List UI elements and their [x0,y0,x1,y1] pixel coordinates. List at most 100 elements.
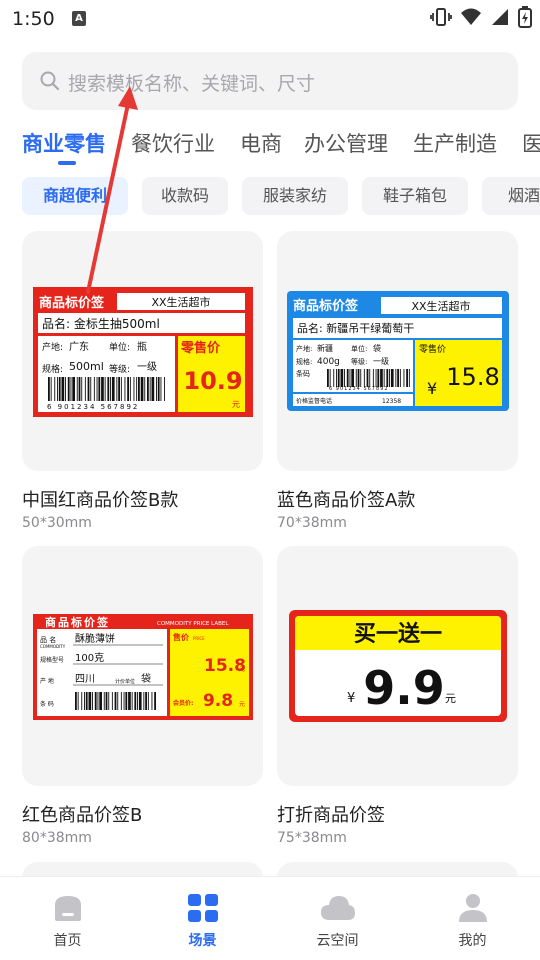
search-input[interactable]: 搜索模板名称、关键词、尺寸 [22,52,518,110]
signal-icon [492,9,508,25]
svg-text:袋: 袋 [373,343,381,353]
svg-text:元: 元 [239,666,245,673]
status-time: 1:50 [12,8,55,30]
svg-text:500ml: 500ml [69,360,104,373]
svg-text:一级: 一级 [137,361,157,373]
svg-text:规格型号: 规格型号 [40,656,64,664]
battery-charging-icon [518,6,532,28]
chip-payment-code[interactable]: 收款码 [142,177,228,215]
svg-text:12358: 12358 [382,398,401,405]
svg-text:品名: 新疆吊干绿葡萄干: 品名: 新疆吊干绿葡萄干 [297,321,414,335]
chip-tobacco-liquor[interactable]: 烟酒茶 [482,177,540,215]
cloud-icon [320,896,355,920]
svg-text:袋: 袋 [141,672,151,685]
svg-text:6 901234 567892: 6 901234 567892 [329,386,389,392]
tab-retail[interactable]: 商业零售 [22,128,106,158]
subcategory-chips: 商超便利 收款码 服装家纺 鞋子箱包 烟酒茶 [22,177,540,217]
svg-text:COMMODITY: COMMODITY [40,644,66,649]
template-size: 50*30mm [22,515,92,531]
svg-text:9.9: 9.9 [363,661,445,715]
grid-icon [187,894,218,922]
svg-text:新疆: 新疆 [317,343,333,353]
home-icon [54,896,81,921]
nav-label: 云空间 [316,933,359,949]
svg-text:品名: 金标生抽500ml: 品名: 金标生抽500ml [42,316,160,331]
app-notification-icon: A [72,11,86,26]
nav-scene[interactable]: 场景 [135,877,270,960]
svg-text:¥: ¥ [347,691,355,706]
svg-text:产地:: 产地: [296,344,312,353]
svg-text:产地:: 产地: [42,341,63,353]
template-title: 蓝色商品价签A款 [277,490,416,511]
svg-text:规格:: 规格: [42,363,63,375]
tab-manufacturing[interactable]: 生产制造 [413,128,497,158]
svg-text:400g: 400g [317,357,340,367]
template-preview: 商品标价签 XX生活超市 品名: 金标生抽500ml 产地: 广东 单位: 瓶 … [33,287,253,417]
template-size: 80*38mm [22,830,92,846]
svg-text:产 地: 产 地 [40,677,54,685]
svg-text:四川: 四川 [75,674,95,685]
svg-text:品 名: 品 名 [40,635,56,644]
chip-shoes-bags[interactable]: 鞋子箱包 [362,177,468,215]
svg-text:PRICE: PRICE [193,636,205,641]
svg-text:9.8: 9.8 [203,691,233,711]
svg-text:商品标价签: 商品标价签 [45,615,110,629]
active-tab-indicator [58,161,76,165]
svg-text:元: 元 [232,400,240,409]
vibrate-icon [430,8,452,26]
template-title: 打折商品价签 [277,805,385,826]
svg-text:酥脆薄饼: 酥脆薄饼 [75,632,115,645]
wifi-icon [461,8,481,25]
svg-text:10.9: 10.9 [183,367,242,395]
svg-text:买一送一: 买一送一 [354,621,442,647]
tab-medical[interactable]: 医 [522,128,540,158]
nav-cloud[interactable]: 云空间 [270,877,405,960]
svg-text:单位:: 单位: [109,341,130,353]
template-card[interactable]: 商品标价签 COMMODITY PRICE LABEL 品 名 COMMODIT… [22,546,263,786]
bottom-navigation: 首页 场景 云空间 我的 [0,876,540,960]
svg-text:条 码: 条 码 [40,700,54,708]
person-icon [458,894,487,922]
svg-text:瓶: 瓶 [137,340,147,353]
svg-text:单位:: 单位: [351,344,367,353]
svg-text:售价: 售价 [172,632,190,642]
svg-text:商品标价签: 商品标价签 [293,298,359,314]
template-card[interactable]: 商品标价签 XX生活超市 品名: 新疆吊干绿葡萄干 产地: 新疆 单位: 袋 规… [277,231,518,471]
nav-home[interactable]: 首页 [0,877,135,960]
barcode-graphic [75,692,156,710]
svg-text:等级:: 等级: [109,363,130,375]
svg-text:零售价: 零售价 [180,340,221,356]
search-icon [40,71,60,91]
nav-label: 我的 [458,933,487,949]
chip-apparel[interactable]: 服装家纺 [242,177,348,215]
tab-office[interactable]: 办公管理 [304,128,388,158]
tab-catering[interactable]: 餐饮行业 [131,128,215,158]
barcode-graphic [327,369,410,387]
svg-text:会员价:: 会员价: [173,699,193,707]
nav-label: 场景 [188,933,217,949]
chip-supermarket[interactable]: 商超便利 [22,177,128,215]
svg-text:XX生活超市: XX生活超市 [151,295,210,309]
svg-text:计价单位: 计价单位 [115,678,135,685]
template-size: 75*38mm [277,830,347,846]
svg-text:XX生活超市: XX生活超市 [411,299,470,313]
svg-text:6 901234 567892: 6 901234 567892 [47,403,139,411]
svg-text:商品标价签: 商品标价签 [39,295,105,311]
svg-text:条码: 条码 [296,369,310,378]
template-size: 70*38mm [277,515,347,531]
status-icons [430,6,532,28]
tab-ecommerce[interactable]: 电商 [240,128,282,158]
svg-text:元: 元 [445,692,456,705]
nav-label: 首页 [53,933,82,949]
template-title: 中国红商品价签B款 [22,490,179,511]
nav-mine[interactable]: 我的 [405,877,540,960]
template-title: 红色商品价签B [22,805,143,826]
svg-text:100克: 100克 [75,652,104,664]
svg-text:元: 元 [239,701,245,708]
template-card[interactable]: 商品标价签 XX生活超市 品名: 金标生抽500ml 产地: 广东 单位: 瓶 … [22,231,263,471]
svg-text:15.8: 15.8 [446,363,499,391]
template-preview: 买一送一 ¥ 9.9 元 [289,610,507,722]
svg-text:COMMODITY PRICE LABEL: COMMODITY PRICE LABEL [157,621,229,627]
template-card[interactable]: 买一送一 ¥ 9.9 元 [277,546,518,786]
status-bar: 1:50 A [0,0,540,38]
